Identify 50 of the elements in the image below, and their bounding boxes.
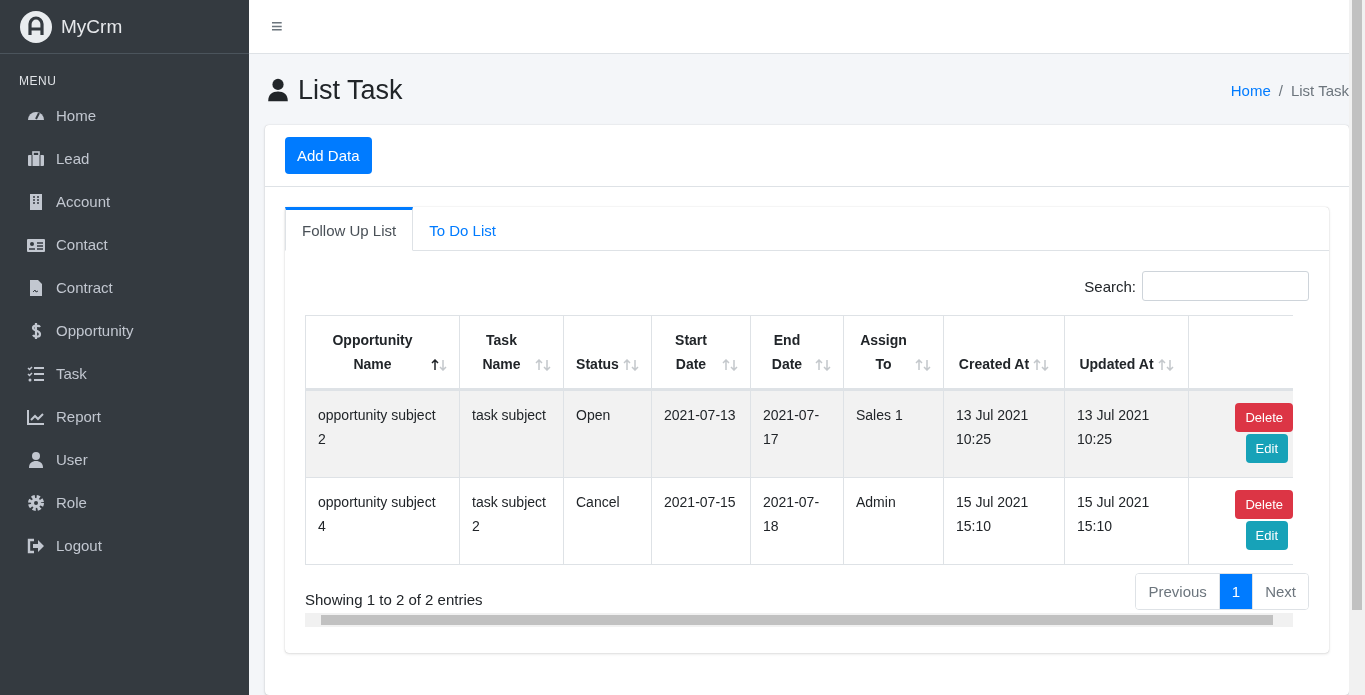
horizontal-scrollbar[interactable]: [305, 613, 1293, 627]
brand-name: MyCrm: [61, 15, 123, 38]
sidebar-item[interactable]: Home: [0, 94, 249, 137]
table-cell: Open: [563, 389, 652, 478]
sidebar-item[interactable]: Role: [0, 481, 249, 524]
gear-icon: [26, 492, 46, 513]
table-cell: 15 Jul 2021 15:10: [943, 477, 1065, 565]
tab[interactable]: To Do List: [413, 207, 512, 251]
sidebar-item[interactable]: User: [0, 438, 249, 481]
briefcase-icon: [26, 148, 46, 169]
delete-button[interactable]: Delete: [1235, 490, 1293, 519]
table-cell: 2021-07-13: [651, 389, 751, 478]
sidebar-item[interactable]: Account: [0, 180, 249, 223]
breadcrumb-separator: /: [1278, 81, 1283, 99]
table-cell: task subject: [459, 389, 564, 478]
tasks-icon: [26, 363, 46, 384]
table-cell: 2021-07-15: [651, 477, 751, 565]
add-data-button[interactable]: Add Data: [285, 137, 372, 174]
tab[interactable]: Follow Up List: [285, 207, 414, 251]
sidebar-item[interactable]: Lead: [0, 137, 249, 180]
table-cell: opportunity subject 2: [305, 389, 460, 478]
table-cell: Cancel: [563, 477, 652, 565]
entries-info: Showing 1 to 2 of 2 entries: [305, 590, 483, 608]
sidebar-item[interactable]: Task: [0, 352, 249, 395]
user-icon: [26, 449, 46, 470]
breadcrumb-current: List Task: [1290, 81, 1349, 99]
table-cell: 15 Jul 2021 15:10: [1064, 477, 1189, 565]
table-cell: Sales 1: [843, 389, 944, 478]
sidebar-item[interactable]: Report: [0, 395, 249, 438]
sidebar-item[interactable]: Contract: [0, 266, 249, 309]
table-cell: Admin: [843, 477, 944, 565]
vertical-scrollbar[interactable]: [1349, 0, 1365, 695]
search-label: Search:: [1084, 277, 1136, 295]
table-cell: task subject 2: [459, 477, 564, 565]
breadcrumb-link[interactable]: Home: [1230, 81, 1271, 99]
menu-button[interactable]: ≡: [271, 15, 283, 38]
table-cell: 13 Jul 2021 10:25: [943, 389, 1065, 478]
table-cell: 2021-07-18: [750, 477, 844, 565]
delete-button[interactable]: Delete: [1235, 403, 1293, 432]
sidebar-item[interactable]: Logout: [0, 524, 249, 567]
table-cell: 13 Jul 2021 10:25: [1064, 389, 1189, 478]
sidebar-item[interactable]: Opportunity: [0, 309, 249, 352]
search-field[interactable]: [1142, 271, 1309, 301]
brand-logo-icon: [20, 10, 52, 43]
table-cell: opportunity subject 4: [305, 477, 460, 565]
pagination-button[interactable]: 1: [1218, 574, 1253, 609]
table-cell: 2021-07-17: [750, 389, 844, 478]
menu-header: MENU: [18, 73, 58, 90]
page-title: List Task: [298, 74, 403, 106]
sidebar-item[interactable]: Contact: [0, 223, 249, 266]
